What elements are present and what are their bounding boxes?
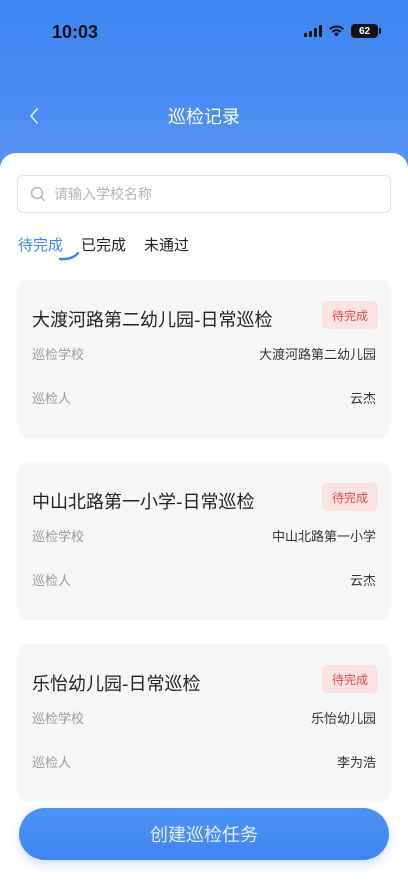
active-tab-indicator bbox=[58, 252, 80, 261]
record-card[interactable]: 大渡河路第二幼儿园-日常巡检 待完成 巡检学校 大渡河路第二幼儿园 巡检人 云杰 bbox=[18, 280, 390, 438]
tab-rejected[interactable]: 未通过 bbox=[144, 234, 189, 255]
record-title: 大渡河路第二幼儿园-日常巡检 bbox=[32, 310, 273, 331]
create-inspection-button[interactable]: 创建巡检任务 bbox=[19, 808, 389, 860]
school-value: 乐怡幼儿园 bbox=[310, 712, 376, 727]
record-card[interactable]: 乐怡幼儿园-日常巡检 待完成 巡检学校 乐怡幼儿园 巡检人 李为浩 bbox=[18, 644, 390, 802]
inspector-label: 巡检人 bbox=[32, 392, 72, 407]
tab-completed[interactable]: 已完成 bbox=[81, 234, 126, 255]
wifi-icon bbox=[329, 25, 344, 37]
school-value: 大渡河路第二幼儿园 bbox=[258, 348, 376, 363]
school-label: 巡检学校 bbox=[32, 348, 85, 363]
status-bar: 10:03 62 bbox=[0, 0, 408, 66]
status-tabs: 待完成 已完成 未通过 bbox=[18, 234, 189, 255]
record-card[interactable]: 中山北路第一小学-日常巡检 待完成 巡检学校 中山北路第一小学 巡检人 云杰 bbox=[18, 462, 390, 620]
search-placeholder: 请输入学校名称 bbox=[54, 187, 152, 203]
page-title: 巡检记录 bbox=[168, 107, 240, 128]
school-label: 巡检学校 bbox=[32, 712, 85, 727]
school-value: 中山北路第一小学 bbox=[271, 530, 376, 545]
battery-icon: 62 bbox=[351, 24, 381, 38]
inspector-value: 云杰 bbox=[349, 392, 376, 407]
record-title: 中山北路第一小学-日常巡检 bbox=[32, 492, 255, 513]
record-title: 乐怡幼儿园-日常巡检 bbox=[32, 674, 201, 695]
status-badge: 待完成 bbox=[321, 301, 378, 329]
inspector-label: 巡检人 bbox=[32, 574, 72, 589]
inspector-value: 云杰 bbox=[349, 574, 376, 589]
inspector-value: 李为浩 bbox=[336, 756, 376, 771]
inspector-label: 巡检人 bbox=[32, 756, 72, 771]
status-time: 10:03 bbox=[52, 22, 99, 42]
search-icon bbox=[30, 186, 46, 202]
search-input[interactable]: 请输入学校名称 bbox=[17, 175, 391, 213]
signal-icon bbox=[304, 25, 322, 37]
status-badge: 待完成 bbox=[321, 665, 378, 693]
status-icons: 62 bbox=[304, 24, 381, 38]
school-label: 巡检学校 bbox=[32, 530, 85, 545]
status-badge: 待完成 bbox=[321, 483, 378, 511]
tab-pending[interactable]: 待完成 bbox=[18, 234, 63, 255]
